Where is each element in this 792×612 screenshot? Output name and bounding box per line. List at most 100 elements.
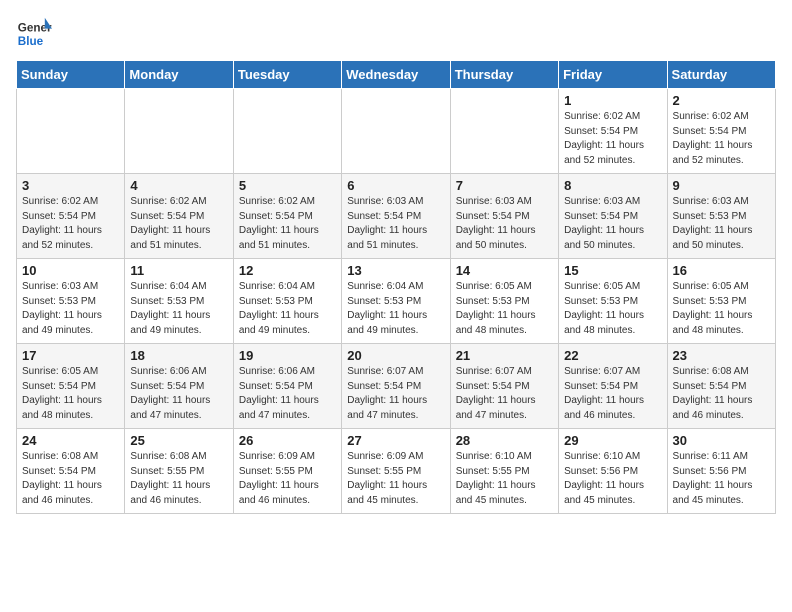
calendar-cell: 17 Sunrise: 6:05 AM Sunset: 5:54 PM Dayli… bbox=[17, 344, 125, 429]
day-number: 16 bbox=[673, 263, 770, 278]
day-info: Sunrise: 6:06 AM Sunset: 5:54 PM Dayligh… bbox=[130, 365, 227, 423]
day-number: 21 bbox=[456, 348, 553, 363]
day-info: Sunrise: 6:02 AM Sunset: 5:54 PM Dayligh… bbox=[22, 195, 119, 253]
day-number: 23 bbox=[673, 348, 770, 363]
day-number: 2 bbox=[673, 93, 770, 108]
day-info: Sunrise: 6:09 AM Sunset: 5:55 PM Dayligh… bbox=[347, 450, 444, 508]
logo-icon: General Blue bbox=[16, 16, 52, 52]
day-number: 12 bbox=[239, 263, 336, 278]
day-number: 11 bbox=[130, 263, 227, 278]
calendar-cell: 4 Sunrise: 6:02 AM Sunset: 5:54 PM Daylig… bbox=[125, 174, 233, 259]
day-number: 15 bbox=[564, 263, 661, 278]
weekday-header: Tuesday bbox=[233, 61, 341, 89]
calendar-cell: 19 Sunrise: 6:06 AM Sunset: 5:54 PM Dayli… bbox=[233, 344, 341, 429]
svg-text:Blue: Blue bbox=[18, 35, 44, 48]
calendar-cell: 27 Sunrise: 6:09 AM Sunset: 5:55 PM Dayli… bbox=[342, 429, 450, 514]
day-number: 24 bbox=[22, 433, 119, 448]
day-number: 4 bbox=[130, 178, 227, 193]
calendar-cell: 6 Sunrise: 6:03 AM Sunset: 5:54 PM Daylig… bbox=[342, 174, 450, 259]
day-info: Sunrise: 6:08 AM Sunset: 5:54 PM Dayligh… bbox=[673, 365, 770, 423]
calendar-cell bbox=[342, 89, 450, 174]
calendar-table: SundayMondayTuesdayWednesdayThursdayFrid… bbox=[16, 60, 776, 514]
day-info: Sunrise: 6:07 AM Sunset: 5:54 PM Dayligh… bbox=[347, 365, 444, 423]
day-info: Sunrise: 6:02 AM Sunset: 5:54 PM Dayligh… bbox=[239, 195, 336, 253]
calendar-cell bbox=[17, 89, 125, 174]
calendar-cell: 28 Sunrise: 6:10 AM Sunset: 5:55 PM Dayli… bbox=[450, 429, 558, 514]
calendar-cell: 14 Sunrise: 6:05 AM Sunset: 5:53 PM Dayli… bbox=[450, 259, 558, 344]
logo: General Blue bbox=[16, 16, 52, 52]
calendar-cell: 30 Sunrise: 6:11 AM Sunset: 5:56 PM Dayli… bbox=[667, 429, 775, 514]
weekday-header: Friday bbox=[559, 61, 667, 89]
calendar-cell: 5 Sunrise: 6:02 AM Sunset: 5:54 PM Daylig… bbox=[233, 174, 341, 259]
calendar-cell bbox=[125, 89, 233, 174]
calendar-cell: 20 Sunrise: 6:07 AM Sunset: 5:54 PM Dayli… bbox=[342, 344, 450, 429]
calendar-cell bbox=[450, 89, 558, 174]
calendar-cell: 16 Sunrise: 6:05 AM Sunset: 5:53 PM Dayli… bbox=[667, 259, 775, 344]
day-info: Sunrise: 6:04 AM Sunset: 5:53 PM Dayligh… bbox=[239, 280, 336, 338]
day-info: Sunrise: 6:04 AM Sunset: 5:53 PM Dayligh… bbox=[130, 280, 227, 338]
day-number: 5 bbox=[239, 178, 336, 193]
day-info: Sunrise: 6:05 AM Sunset: 5:53 PM Dayligh… bbox=[456, 280, 553, 338]
day-info: Sunrise: 6:09 AM Sunset: 5:55 PM Dayligh… bbox=[239, 450, 336, 508]
day-info: Sunrise: 6:07 AM Sunset: 5:54 PM Dayligh… bbox=[564, 365, 661, 423]
calendar-cell: 21 Sunrise: 6:07 AM Sunset: 5:54 PM Dayli… bbox=[450, 344, 558, 429]
day-info: Sunrise: 6:10 AM Sunset: 5:56 PM Dayligh… bbox=[564, 450, 661, 508]
day-number: 28 bbox=[456, 433, 553, 448]
day-number: 25 bbox=[130, 433, 227, 448]
day-info: Sunrise: 6:11 AM Sunset: 5:56 PM Dayligh… bbox=[673, 450, 770, 508]
weekday-header: Sunday bbox=[17, 61, 125, 89]
calendar-cell: 24 Sunrise: 6:08 AM Sunset: 5:54 PM Dayli… bbox=[17, 429, 125, 514]
day-number: 17 bbox=[22, 348, 119, 363]
day-number: 20 bbox=[347, 348, 444, 363]
day-info: Sunrise: 6:06 AM Sunset: 5:54 PM Dayligh… bbox=[239, 365, 336, 423]
day-number: 7 bbox=[456, 178, 553, 193]
calendar-cell: 18Sunrise: 6:06 AM Sunset: 5:54 PM Dayli… bbox=[125, 344, 233, 429]
day-info: Sunrise: 6:07 AM Sunset: 5:54 PM Dayligh… bbox=[456, 365, 553, 423]
calendar-cell: 9 Sunrise: 6:03 AM Sunset: 5:53 PM Daylig… bbox=[667, 174, 775, 259]
day-number: 3 bbox=[22, 178, 119, 193]
calendar-cell: 13 Sunrise: 6:04 AM Sunset: 5:53 PM Dayli… bbox=[342, 259, 450, 344]
day-number: 29 bbox=[564, 433, 661, 448]
calendar-cell: 11 Sunrise: 6:04 AM Sunset: 5:53 PM Dayli… bbox=[125, 259, 233, 344]
day-info: Sunrise: 6:02 AM Sunset: 5:54 PM Dayligh… bbox=[564, 110, 661, 168]
day-number: 13 bbox=[347, 263, 444, 278]
weekday-header: Monday bbox=[125, 61, 233, 89]
day-info: Sunrise: 6:04 AM Sunset: 5:53 PM Dayligh… bbox=[347, 280, 444, 338]
calendar-cell: 29 Sunrise: 6:10 AM Sunset: 5:56 PM Dayli… bbox=[559, 429, 667, 514]
day-number: 6 bbox=[347, 178, 444, 193]
day-number: 10 bbox=[22, 263, 119, 278]
day-number: 27 bbox=[347, 433, 444, 448]
calendar-cell bbox=[233, 89, 341, 174]
calendar-cell: 1 Sunrise: 6:02 AM Sunset: 5:54 PM Daylig… bbox=[559, 89, 667, 174]
day-info: Sunrise: 6:03 AM Sunset: 5:54 PM Dayligh… bbox=[564, 195, 661, 253]
day-info: Sunrise: 6:05 AM Sunset: 5:53 PM Dayligh… bbox=[564, 280, 661, 338]
day-info: Sunrise: 6:10 AM Sunset: 5:55 PM Dayligh… bbox=[456, 450, 553, 508]
day-info: Sunrise: 6:05 AM Sunset: 5:53 PM Dayligh… bbox=[673, 280, 770, 338]
calendar-cell: 3 Sunrise: 6:02 AM Sunset: 5:54 PM Daylig… bbox=[17, 174, 125, 259]
day-info: Sunrise: 6:05 AM Sunset: 5:54 PM Dayligh… bbox=[22, 365, 119, 423]
calendar-cell: 26 Sunrise: 6:09 AM Sunset: 5:55 PM Dayli… bbox=[233, 429, 341, 514]
day-info: Sunrise: 6:02 AM Sunset: 5:54 PM Dayligh… bbox=[130, 195, 227, 253]
day-info: Sunrise: 6:03 AM Sunset: 5:53 PM Dayligh… bbox=[673, 195, 770, 253]
day-info: Sunrise: 6:03 AM Sunset: 5:54 PM Dayligh… bbox=[456, 195, 553, 253]
calendar-cell: 12 Sunrise: 6:04 AM Sunset: 5:53 PM Dayli… bbox=[233, 259, 341, 344]
day-info: Sunrise: 6:03 AM Sunset: 5:54 PM Dayligh… bbox=[347, 195, 444, 253]
day-number: 30 bbox=[673, 433, 770, 448]
day-number: 19 bbox=[239, 348, 336, 363]
day-info: Sunrise: 6:03 AM Sunset: 5:53 PM Dayligh… bbox=[22, 280, 119, 338]
weekday-header: Saturday bbox=[667, 61, 775, 89]
day-info: Sunrise: 6:08 AM Sunset: 5:54 PM Dayligh… bbox=[22, 450, 119, 508]
day-number: 1 bbox=[564, 93, 661, 108]
page-header: General Blue bbox=[16, 16, 776, 52]
calendar-cell: 8Sunrise: 6:03 AM Sunset: 5:54 PM Daylig… bbox=[559, 174, 667, 259]
calendar-cell: 10 Sunrise: 6:03 AM Sunset: 5:53 PM Dayli… bbox=[17, 259, 125, 344]
calendar-cell: 22Sunrise: 6:07 AM Sunset: 5:54 PM Dayli… bbox=[559, 344, 667, 429]
calendar-cell: 23 Sunrise: 6:08 AM Sunset: 5:54 PM Dayli… bbox=[667, 344, 775, 429]
day-number: 9 bbox=[673, 178, 770, 193]
day-number: 14 bbox=[456, 263, 553, 278]
calendar-cell: 2Sunrise: 6:02 AM Sunset: 5:54 PM Daylig… bbox=[667, 89, 775, 174]
calendar-cell: 15 Sunrise: 6:05 AM Sunset: 5:53 PM Dayli… bbox=[559, 259, 667, 344]
day-info: Sunrise: 6:08 AM Sunset: 5:55 PM Dayligh… bbox=[130, 450, 227, 508]
day-number: 26 bbox=[239, 433, 336, 448]
weekday-header: Wednesday bbox=[342, 61, 450, 89]
